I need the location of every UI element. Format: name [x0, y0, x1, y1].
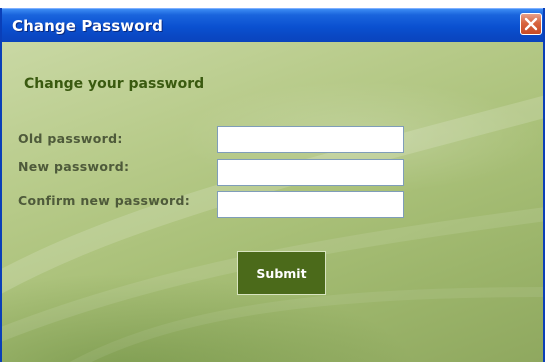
window-title: Change Password: [12, 17, 163, 35]
title-bar[interactable]: Change Password: [2, 8, 543, 42]
change-password-window: Change Password Change your password Old…: [0, 8, 545, 362]
old-password-label: Old password:: [18, 131, 123, 146]
new-password-field[interactable]: [217, 159, 404, 186]
new-password-label: New password:: [18, 159, 130, 174]
old-password-field[interactable]: [217, 126, 404, 153]
form-heading: Change your password: [24, 76, 205, 92]
close-button[interactable]: [520, 13, 542, 35]
dialog-body: Change your password Old password: New p…: [2, 42, 543, 362]
submit-button[interactable]: Submit: [237, 251, 326, 295]
confirm-password-field[interactable]: [217, 191, 404, 218]
confirm-password-label: Confirm new password:: [18, 193, 191, 208]
close-icon: [524, 17, 538, 31]
